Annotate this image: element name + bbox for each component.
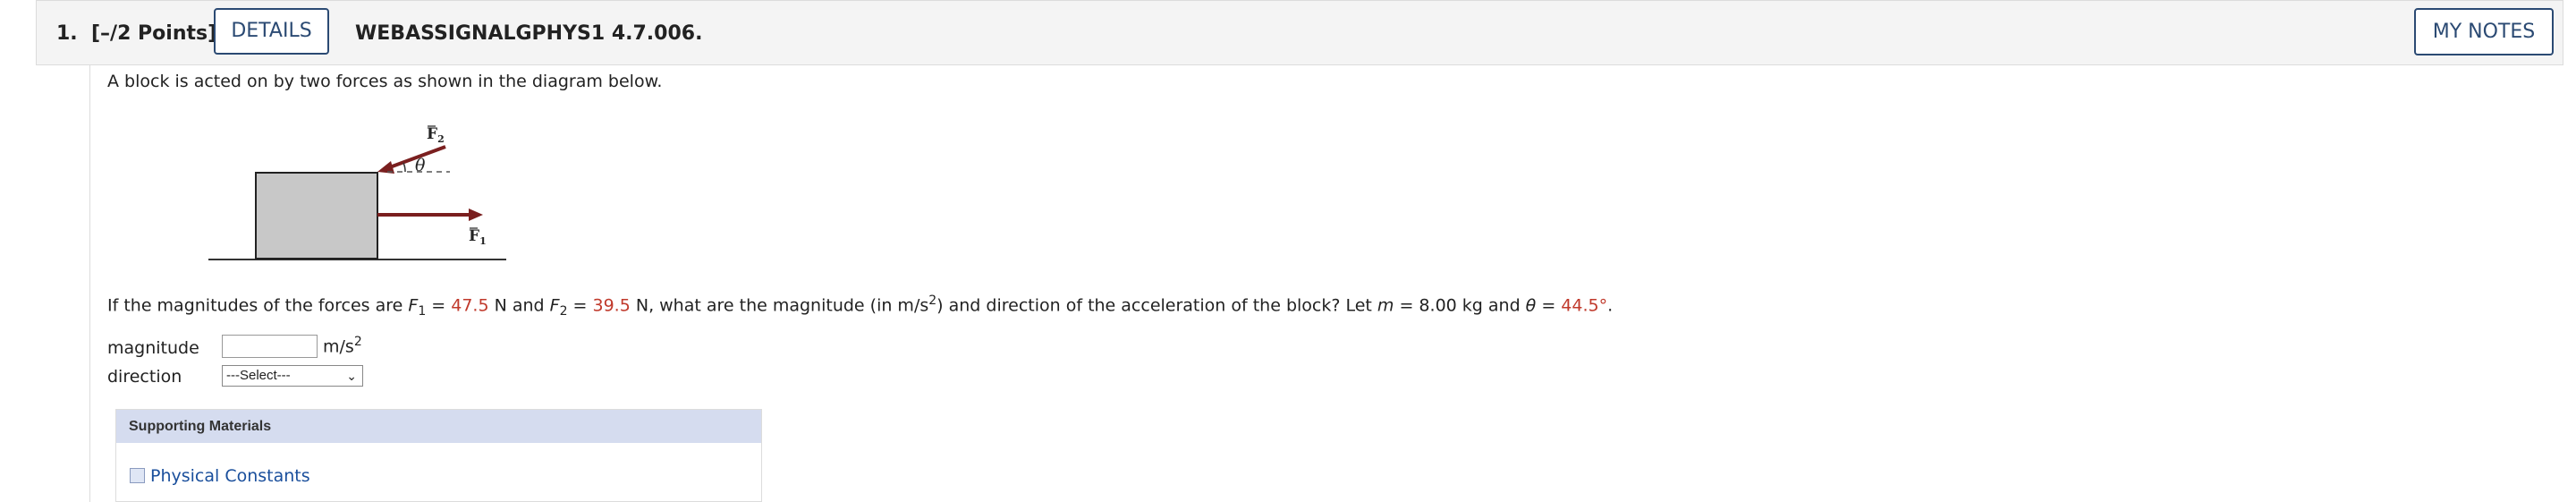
question-points: [–/2 Points] bbox=[91, 22, 217, 45]
f1-value: 47.5 bbox=[451, 295, 489, 316]
f2-label: F2 bbox=[427, 125, 445, 145]
magnitude-input[interactable] bbox=[222, 335, 318, 358]
magnitude-label: magnitude bbox=[107, 338, 199, 358]
chevron-down-icon: ⌄ bbox=[346, 369, 357, 383]
theta-label: θ bbox=[415, 156, 426, 175]
block bbox=[255, 172, 378, 260]
question-number-points: 1. [–/2 Points] bbox=[56, 1, 216, 66]
f2-value: 39.5 bbox=[592, 295, 631, 316]
force-diagram: θ F2 F1 bbox=[208, 125, 506, 260]
theta-value: 44.5° bbox=[1561, 295, 1608, 316]
my-notes-button[interactable]: MY NOTES bbox=[2414, 8, 2554, 55]
supporting-materials-title: Supporting Materials bbox=[116, 410, 761, 443]
question-number: 1. bbox=[56, 22, 78, 45]
problem-intro: A block is acted on by two forces as sho… bbox=[107, 72, 663, 91]
physical-constants-link[interactable]: Physical Constants bbox=[130, 466, 310, 486]
question-header: 1. [–/2 Points] DETAILS WEBASSIGNALGPHYS… bbox=[36, 0, 2563, 65]
physical-constants-checkbox[interactable] bbox=[130, 468, 145, 483]
direction-select[interactable]: ---Select--- ⌄ bbox=[222, 365, 363, 387]
theta-arc bbox=[402, 162, 406, 173]
question-code: WEBASSIGNALGPHYS1 4.7.006. bbox=[355, 22, 703, 45]
details-button[interactable]: DETAILS bbox=[214, 8, 329, 55]
question-text: If the magnitudes of the forces are F1 =… bbox=[107, 294, 1614, 319]
direction-selected-value: ---Select--- bbox=[226, 368, 291, 383]
magnitude-unit: m/s2 bbox=[323, 335, 362, 357]
supporting-materials-panel: Supporting Materials Physical Constants bbox=[115, 409, 762, 502]
physical-constants-label[interactable]: Physical Constants bbox=[150, 466, 310, 486]
direction-label: direction bbox=[107, 367, 182, 387]
f1-arrowhead bbox=[469, 208, 483, 221]
f1-label: F1 bbox=[469, 227, 487, 247]
